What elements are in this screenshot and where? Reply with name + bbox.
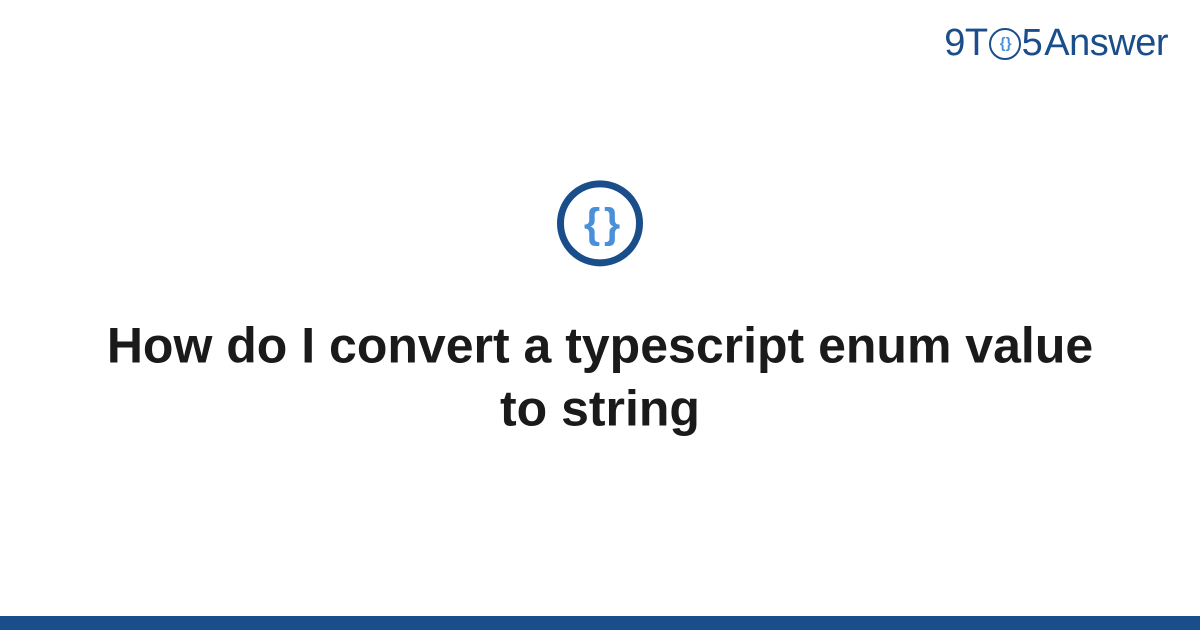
category-braces-glyph: { } [584, 202, 616, 244]
logo-middle: 5 [1022, 22, 1043, 65]
main-content: { } How do I convert a typescript enum v… [0, 180, 1200, 439]
category-braces-icon: { } [557, 180, 643, 266]
logo-prefix: 9T [944, 22, 987, 65]
site-logo: 9T { } 5 Answer [944, 22, 1168, 65]
logo-braces-glyph: { } [1000, 35, 1010, 52]
logo-braces-icon: { } [989, 28, 1021, 60]
question-title: How do I convert a typescript enum value… [0, 314, 1200, 439]
logo-suffix: Answer [1044, 22, 1168, 65]
footer-accent-bar [0, 616, 1200, 630]
